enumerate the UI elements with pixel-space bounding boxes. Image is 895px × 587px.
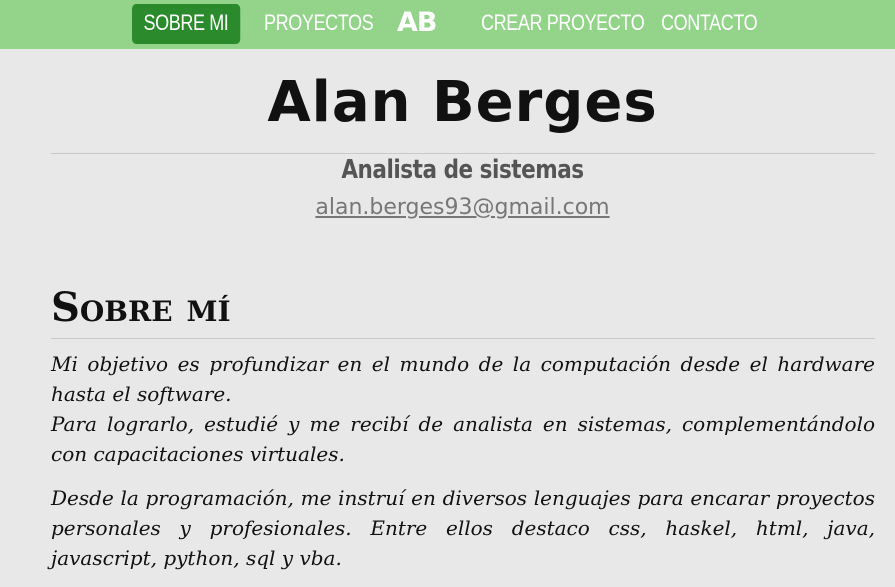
section-divider [51, 338, 875, 339]
about-paragraph-2: Desde la programación, me instruí en div… [51, 486, 875, 570]
nav-logo[interactable]: AB [397, 5, 437, 41]
nav-crear-proyecto[interactable]: CREAR PROYECTO [481, 4, 645, 44]
header-divider [51, 153, 875, 154]
nav-sobre-mi[interactable]: SOBRE MI [132, 4, 240, 44]
about-paragraph-1a: Mi objetivo es profundizar en el mundo d… [51, 352, 875, 406]
role-subtitle: Analista de sistemas [341, 155, 584, 185]
page-title: Alan Berges [267, 70, 658, 135]
nav-proyectos[interactable]: PROYECTOS [264, 4, 374, 44]
navbar: SOBRE MI PROYECTOS AB CREAR PROYECTO CON… [0, 0, 895, 49]
nav-contacto[interactable]: CONTACTO [661, 4, 758, 44]
about-paragraph-1b: Para lograrlo, estudié y me recibí de an… [51, 412, 875, 466]
email-link[interactable]: alan.berges93@gmail.com [0, 195, 895, 220]
section-title-about: Sobre mí [51, 284, 231, 331]
